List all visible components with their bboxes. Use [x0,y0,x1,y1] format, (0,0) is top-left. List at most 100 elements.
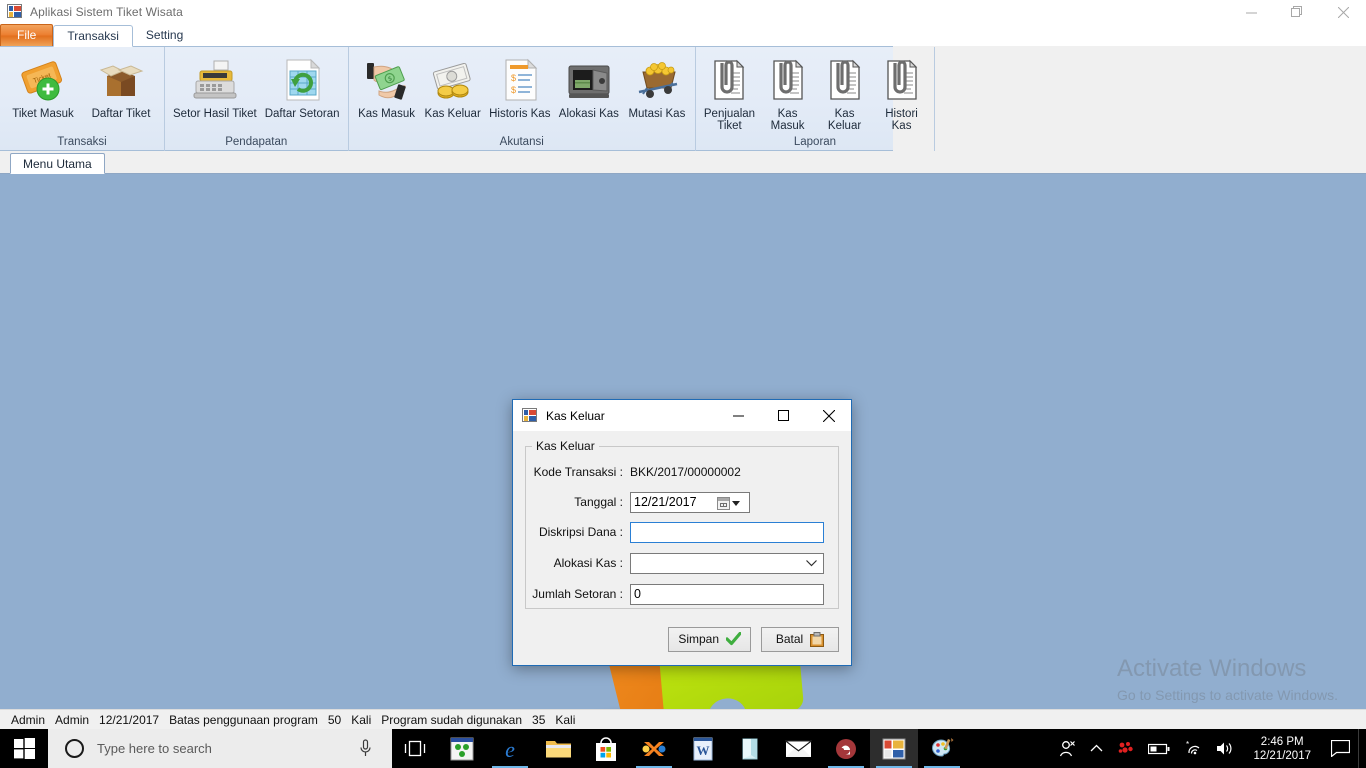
minimize-button[interactable] [1228,0,1274,24]
dialog-minimize-button[interactable] [716,400,761,431]
status-used-label: Program sudah digunakan [381,712,523,727]
taskbar-app-access[interactable] [822,729,870,768]
taskbar-app-aplikasi-tiket-wisata[interactable] [870,729,918,768]
status-bar: Admin Admin 12/21/2017 Batas penggunaan … [0,709,1366,729]
report-clip-icon [882,54,922,106]
microphone-icon[interactable] [359,739,372,763]
kas-keluar-dialog: Kas Keluar Kas Keluar Kode Transaksi: B… [512,399,852,666]
taskbar-clock[interactable]: 2:46 PM 12/21/2017 [1242,729,1322,768]
tanggal-dropdown-button[interactable] [717,495,747,512]
ribbon-button-label: Daftar Tiket [91,108,151,120]
window-title-bar[interactable]: Aplikasi Sistem Tiket Wisata [0,0,1366,24]
status-limit-value: 50 [327,712,342,727]
taskbar-app-visual-studio[interactable] [438,729,486,768]
taskbar-app-file-explorer[interactable] [534,729,582,768]
cash-register-icon [190,54,240,106]
activate-windows-watermark: Activate Windows Go to Settings to activ… [1117,655,1338,705]
mdi-tab-menu-utama[interactable]: Menu Utama [10,153,105,174]
cortana-circle-icon [65,739,84,758]
field-row-jumlah-setoran: Jumlah Setoran : [526,581,838,607]
diskripsi-dana-input[interactable] [630,521,824,543]
refresh-sheet-icon [279,54,325,106]
safe-box-icon [565,54,613,106]
ribbon-group-label: Akutansi [499,136,544,148]
ribbon-button-label: Kas Masuk [358,108,415,120]
money-coins-icon [429,54,477,106]
action-center-button[interactable] [1322,729,1358,768]
search-box[interactable]: Type here to search [48,729,392,768]
ribbon-button-laporan-penjualan-tiket[interactable]: Penjualan Tiket [700,52,759,132]
vs-form-icon [522,407,538,424]
ribbon-button-label: Kas Keluar [827,108,862,132]
maximize-button[interactable] [1274,0,1320,24]
battery-icon[interactable] [1141,729,1177,768]
svg-text:W: W [696,743,709,758]
alokasi-kas-combobox[interactable] [630,552,824,574]
task-view-button[interactable] [392,729,438,768]
mdi-tab-strip: Menu Utama [0,151,1366,174]
window-controls [1228,0,1366,24]
status-user-name: Admin [55,712,90,727]
access-icon [836,738,856,759]
ribbon-button-label: Alokasi Kas [558,108,619,120]
volume-icon[interactable] [1209,729,1242,768]
tab-transaksi[interactable]: Transaksi [53,25,133,47]
people-icon[interactable] [1051,729,1083,768]
tab-file[interactable]: File [0,24,54,46]
ribbon-button-daftar-tiket[interactable]: Daftar Tiket [82,52,160,120]
app-window-icon [882,738,906,759]
chevron-down-icon [806,560,817,567]
ribbon-button-laporan-histori-kas[interactable]: Histori Kas [873,52,930,132]
ribbon-button-setor-hasil-tiket[interactable]: Setor Hasil Tiket [169,52,261,120]
taskbar-app-onenote[interactable] [726,729,774,768]
dialog-close-button[interactable] [806,400,851,431]
document-list-icon: $ $ [498,54,542,106]
taskbar-app-xampp[interactable] [630,729,678,768]
ribbon-button-laporan-kas-keluar[interactable]: Kas Keluar [816,52,873,132]
bluetooth-red-icon[interactable] [1110,729,1141,768]
report-clip-icon [768,54,808,106]
ribbon-button-historis-kas[interactable]: $ $ Historis Kas [485,52,555,120]
taskbar-app-word[interactable]: W [678,729,726,768]
task-view-icon [404,740,426,757]
ribbon-group-label: Pendapatan [225,136,288,148]
clock-date: 12/21/2017 [1253,749,1311,762]
tab-setting[interactable]: Setting [133,24,196,46]
svg-text:*: * [1186,741,1189,749]
cancel-button[interactable]: Batal [761,626,839,652]
main-application-window: Aplikasi Sistem Tiket Wisata File Transa… [0,0,1366,729]
start-button[interactable] [0,729,48,768]
edge-icon: e [505,737,515,762]
cancel-button-label: Batal [775,632,804,646]
tanggal-datepicker[interactable] [630,491,750,513]
vs-form-icon [7,4,23,20]
taskbar-app-paint[interactable] [918,729,966,768]
ribbon-button-kas-keluar[interactable]: Kas Keluar [421,52,485,120]
tanggal-input[interactable] [631,495,719,509]
activate-windows-subtitle: Go to Settings to activate Windows. [1117,687,1338,703]
jumlah-setoran-input[interactable] [630,583,824,605]
ribbon-button-daftar-setoran[interactable]: Daftar Setoran [261,52,344,120]
ribbon-button-laporan-kas-masuk[interactable]: Kas Masuk [759,52,816,132]
status-used-value: 35 [532,712,546,727]
ribbon-button-kas-masuk[interactable]: $ Kas Masuk [353,52,421,120]
ribbon-button-tiket-masuk[interactable]: Ticket Tiket Masuk [4,52,82,120]
dialog-maximize-button[interactable] [761,400,806,431]
dialog-title-bar[interactable]: Kas Keluar [513,400,851,431]
save-button[interactable]: Simpan [668,626,751,652]
report-clip-icon [825,54,865,106]
open-box-icon [97,54,145,106]
wifi-icon[interactable]: * [1177,729,1209,768]
show-desktop-button[interactable] [1358,729,1366,768]
ribbon-button-alokasi-kas[interactable]: Alokasi Kas [555,52,623,120]
label-alokasi-kas: Alokasi Kas : [553,556,623,570]
show-hidden-icons-icon[interactable] [1083,729,1110,768]
taskbar-app-microsoft-store[interactable] [582,729,630,768]
ribbon-button-label: Setor Hasil Tiket [173,108,257,120]
ribbon-button-mutasi-kas[interactable]: Mutasi Kas [623,52,691,120]
label-diskripsi-dana: Diskripsi Dana : [538,525,623,539]
close-button[interactable] [1320,0,1366,24]
label-tanggal: Tanggal : [574,495,623,509]
taskbar-app-edge[interactable]: e [486,729,534,768]
taskbar-app-mail[interactable] [774,729,822,768]
